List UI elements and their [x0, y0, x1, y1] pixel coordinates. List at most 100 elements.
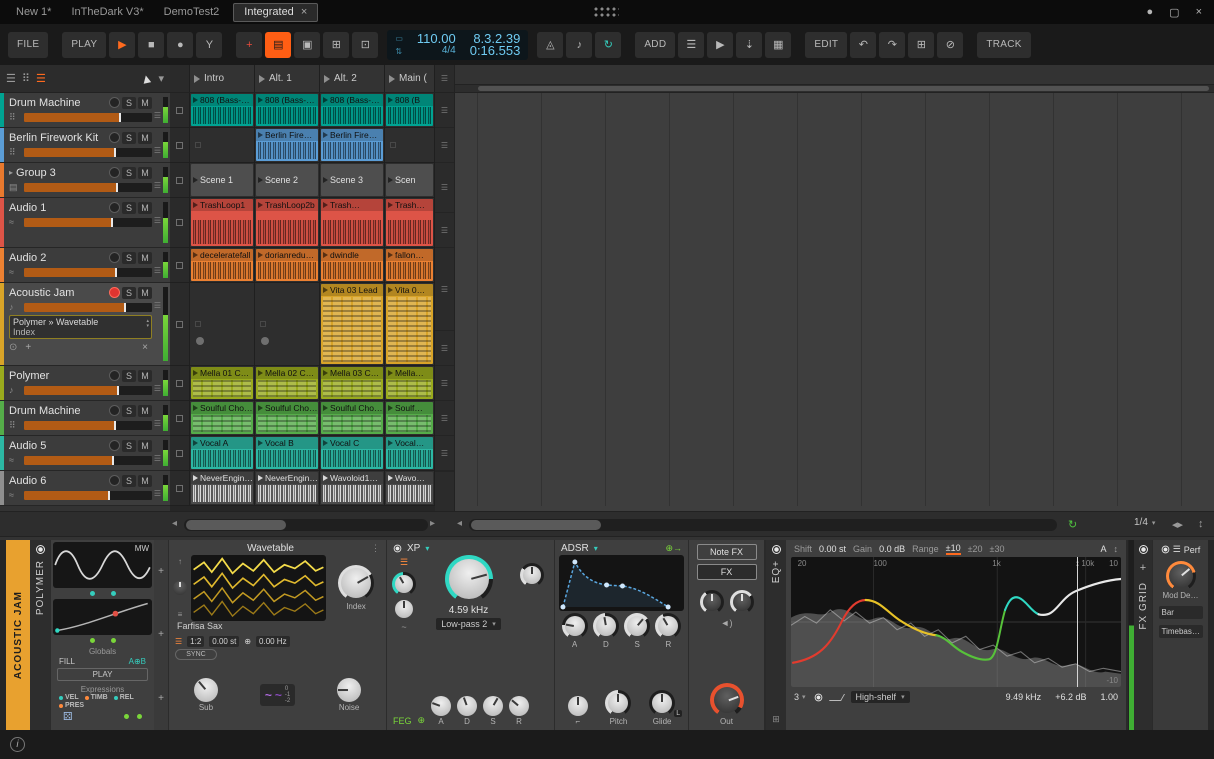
- track-header[interactable]: ▸ Group 3 S M ▤ ☰: [0, 163, 170, 198]
- edit-menu-button[interactable]: EDIT: [805, 31, 848, 58]
- lane-menu-icon[interactable]: ☰: [441, 183, 448, 192]
- clip-play-icon[interactable]: [193, 440, 198, 446]
- restore-window-icon[interactable]: ▢: [1169, 6, 1179, 19]
- launcher-clip[interactable]: Trash…: [386, 199, 433, 246]
- clip-slot[interactable]: Mella 02 C…: [255, 366, 320, 400]
- clip-slot[interactable]: deceleratefall: [190, 248, 255, 282]
- mute-button[interactable]: M: [138, 404, 152, 417]
- record-arm-button[interactable]: [109, 405, 120, 416]
- clip-slot[interactable]: Soulful Cho…: [320, 401, 385, 435]
- clip-play-icon[interactable]: [258, 97, 263, 103]
- volume-slider[interactable]: [24, 302, 152, 312]
- clip-slot[interactable]: Trash…: [320, 198, 385, 247]
- clip-slot[interactable]: Soulful Cho…: [190, 401, 255, 435]
- curve-display[interactable]: [53, 599, 152, 635]
- device-chain-selector[interactable]: Polymer » Wavetable Index ▴ ▾: [9, 315, 152, 339]
- launcher-clip[interactable]: Berlin Fire…: [256, 129, 318, 161]
- launcher-clip[interactable]: 808 (Bass-…: [191, 94, 253, 126]
- stop-button[interactable]: ■: [138, 31, 165, 58]
- band-drag-icon[interactable]: ↕: [1075, 558, 1080, 568]
- scene-play-icon[interactable]: [324, 74, 330, 83]
- lane-menu-icon[interactable]: ☰: [154, 489, 161, 498]
- clip-slot[interactable]: Vocal B: [255, 436, 320, 470]
- mute-button[interactable]: M: [138, 166, 152, 179]
- clip-slot[interactable]: NeverEngin…: [255, 471, 320, 505]
- launcher-clip[interactable]: Vita 0…: [386, 284, 433, 364]
- panel-toggle-button[interactable]: ▦: [765, 31, 792, 58]
- clip-slot[interactable]: Vita 0…: [385, 283, 435, 365]
- clip-slot[interactable]: Soulful Cho…: [255, 401, 320, 435]
- glide-legato-badge[interactable]: L: [674, 710, 683, 717]
- volume-slider[interactable]: [24, 385, 152, 395]
- ab-blend-button[interactable]: A⊕B: [129, 657, 146, 666]
- loop-button[interactable]: ↻: [595, 31, 622, 58]
- dice-icon[interactable]: ⚄: [63, 710, 73, 723]
- gain-value[interactable]: 0.0 dB: [879, 544, 905, 554]
- lane-menu-icon[interactable]: ☰: [441, 414, 448, 423]
- stop-clips-button[interactable]: [170, 436, 190, 470]
- fill-button[interactable]: FILL: [59, 657, 75, 666]
- clip-play-icon[interactable]: [388, 97, 393, 103]
- mod-port-icon[interactable]: [89, 591, 95, 596]
- launcher-scrollbar[interactable]: [184, 519, 428, 531]
- clip-slot[interactable]: Soulf…: [385, 401, 435, 435]
- play-menu-button[interactable]: PLAY: [62, 31, 107, 58]
- launcher-clip[interactable]: Berlin Fire…: [321, 129, 383, 161]
- stop-clips-button[interactable]: [170, 248, 190, 282]
- clip-play-icon[interactable]: [193, 475, 198, 481]
- jump-button[interactable]: ⇣: [736, 31, 763, 58]
- filter-mode-select[interactable]: Low-pass 2 ▾: [436, 618, 501, 630]
- device-track-strip[interactable]: ACOUSTIC JAM: [6, 540, 30, 730]
- launcher-clip[interactable]: Soulful Cho…: [191, 402, 253, 434]
- solo-button[interactable]: S: [122, 166, 136, 179]
- clip-slot[interactable]: 808 (Bass-…: [190, 93, 255, 127]
- pointer-tool-icon[interactable]: ▲: [138, 70, 154, 87]
- close-tab-icon[interactable]: ×: [301, 6, 307, 18]
- clip-slot[interactable]: dwindle: [320, 248, 385, 282]
- launcher-clip[interactable]: dorianredu…: [256, 249, 318, 281]
- automation-write-button[interactable]: Y: [196, 31, 223, 58]
- add-module-button[interactable]: +: [158, 693, 164, 704]
- decay-knob[interactable]: [592, 613, 619, 639]
- launcher-clip[interactable]: Wavo…: [386, 472, 433, 504]
- feg-sustain-knob[interactable]: [483, 696, 504, 716]
- mute-button[interactable]: M: [138, 96, 152, 109]
- launcher-clip[interactable]: deceleratefall: [191, 249, 253, 281]
- scene-launch-cell[interactable]: Scene 2: [256, 164, 318, 196]
- clip-slot[interactable]: fallon…: [385, 248, 435, 282]
- noise-knob[interactable]: [337, 678, 362, 702]
- expand-device-icon[interactable]: ⊞: [772, 714, 780, 725]
- clip-slot[interactable]: Wavoloid1…: [320, 471, 385, 505]
- launcher-clip[interactable]: dwindle: [321, 249, 383, 281]
- clip-play-icon[interactable]: [258, 202, 263, 208]
- range-option[interactable]: ±20: [968, 544, 983, 554]
- sustain-knob[interactable]: [624, 613, 651, 639]
- arranger-scrollbar[interactable]: [469, 519, 1057, 531]
- clip-slot[interactable]: Vocal…: [385, 436, 435, 470]
- clip-slot[interactable]: Scen: [385, 163, 435, 197]
- sub-octave-selector[interactable]: ~ ~ 0 -1 -2: [259, 684, 296, 706]
- zoom-fit-icon[interactable]: ◂▸: [1172, 518, 1183, 531]
- record-arm-button[interactable]: [109, 370, 120, 381]
- launcher-clip[interactable]: Soulf…: [386, 402, 433, 434]
- clip-play-icon[interactable]: [388, 177, 393, 183]
- eq-power-button[interactable]: [771, 545, 781, 554]
- sub-knob[interactable]: [193, 678, 218, 702]
- volume-slider[interactable]: [24, 113, 152, 122]
- clip-play-icon[interactable]: [388, 475, 393, 481]
- clip-slot[interactable]: Mella 03 C…: [320, 366, 385, 400]
- perf-menu-icon[interactable]: ☰: [1173, 544, 1181, 555]
- stop-clips-button[interactable]: [170, 128, 190, 162]
- track-header[interactable]: Audio 5 S M ≈ ☰: [0, 436, 170, 471]
- track-header[interactable]: Drum Machine S M ⠿ ☰: [0, 93, 170, 128]
- cutoff-value[interactable]: 4.59 kHz: [449, 605, 488, 616]
- track-menu-button[interactable]: TRACK: [977, 31, 1031, 58]
- clip-slot[interactable]: Berlin Fire…: [255, 128, 320, 162]
- solo-button[interactable]: S: [122, 96, 136, 109]
- scene-header[interactable]: Alt. 1: [255, 65, 320, 92]
- clip-play-icon[interactable]: [323, 202, 328, 208]
- launcher-scroll-left-arrow[interactable]: ◂: [172, 518, 177, 529]
- shift-value[interactable]: 0.00 st: [819, 544, 846, 554]
- launcher-clip[interactable]: Trash…: [321, 199, 383, 246]
- clip-slot[interactable]: Scene 2: [255, 163, 320, 197]
